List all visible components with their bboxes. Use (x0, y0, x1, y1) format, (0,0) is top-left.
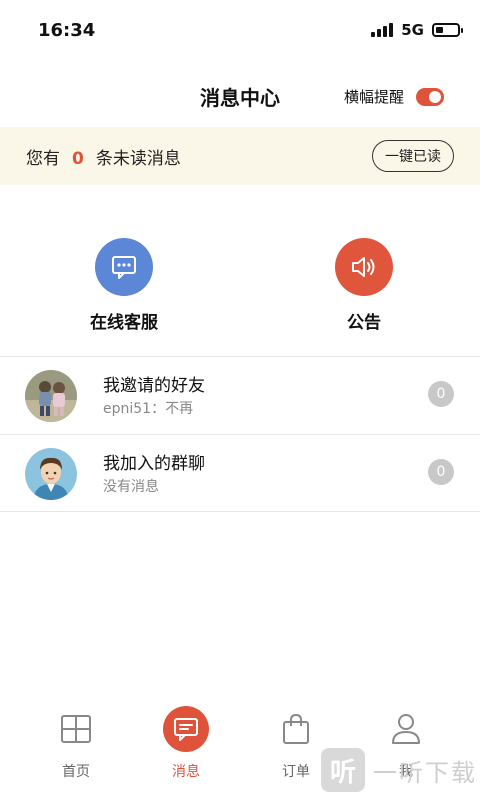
announcement-action[interactable]: 公告 (304, 238, 424, 333)
conversation-preview: epni51：不再 (103, 401, 194, 417)
signal-icon (371, 23, 394, 37)
banner-alert-toggle[interactable] (416, 87, 444, 106)
home-grid-icon (36, 705, 116, 753)
unread-prefix: 您有 (26, 148, 60, 169)
network-label: 5G (401, 21, 424, 39)
toggle-knob (429, 90, 441, 103)
avatar (25, 448, 77, 500)
mark-all-read-button[interactable]: 一键已读 (372, 140, 454, 172)
customer-service-label: 在线客服 (90, 313, 158, 333)
conversation-list: 我邀请的好友 epni51：不再 0 我加入的群聊 没有消息 0 (0, 356, 480, 512)
unread-strip: 您有 0 条未读消息 一键已读 (0, 127, 480, 185)
speaker-icon (335, 238, 393, 296)
conversation-preview: 没有消息 (103, 479, 159, 495)
watermark-logo: 听 (321, 748, 365, 792)
message-icon (146, 705, 226, 753)
announcement-label: 公告 (347, 313, 381, 333)
status-time: 16:34 (38, 19, 96, 41)
unread-count: 0 (72, 148, 84, 169)
conversation-title: 我加入的群聊 (103, 454, 205, 474)
watermark: 听 一听下载 (315, 740, 480, 800)
watermark-text: 一听下载 (373, 758, 477, 787)
status-indicators: 5G (371, 21, 463, 39)
customer-service-action[interactable]: 在线客服 (64, 238, 184, 333)
unread-summary: 您有 0 条未读消息 (26, 144, 181, 169)
nav-home[interactable]: 首页 (36, 705, 116, 781)
unread-count-badge: 0 (428, 459, 454, 485)
banner-alert-setting: 横幅提醒 (344, 86, 444, 107)
status-bar: 16:34 5G (0, 0, 480, 60)
nav-label: 消息 (172, 764, 200, 780)
unread-count-badge: 0 (428, 381, 454, 407)
conversation-title: 我邀请的好友 (103, 376, 205, 396)
battery-icon (432, 23, 463, 37)
header: 消息中心 横幅提醒 (0, 70, 480, 120)
nav-label: 首页 (62, 764, 90, 780)
quick-actions: 在线客服 公告 (0, 238, 480, 338)
list-item-invited-friends[interactable]: 我邀请的好友 epni51：不再 0 (0, 356, 480, 434)
avatar (25, 370, 77, 422)
unread-suffix: 条未读消息 (95, 148, 181, 169)
list-item-joined-groups[interactable]: 我加入的群聊 没有消息 0 (0, 434, 480, 512)
nav-messages[interactable]: 消息 (146, 705, 226, 781)
banner-alert-label: 横幅提醒 (343, 88, 404, 106)
chat-bubble-icon (95, 238, 153, 296)
